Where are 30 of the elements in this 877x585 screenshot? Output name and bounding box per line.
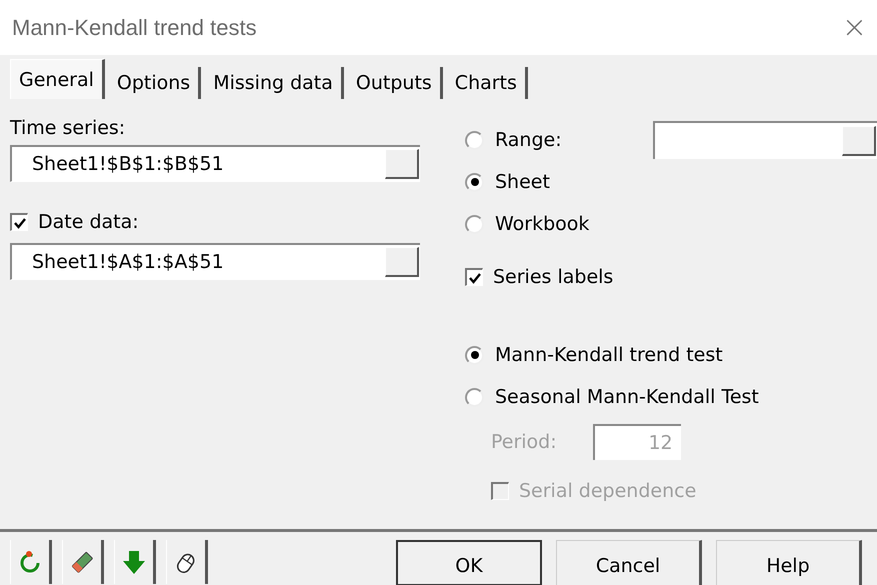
input-field[interactable]: Sheet1!$A$1:$A$51 (10, 243, 420, 280)
radio-label: Sheet (495, 171, 550, 193)
select-range-button[interactable] (842, 126, 876, 156)
radio-button[interactable] (465, 172, 484, 192)
radio-button[interactable] (465, 214, 484, 234)
select-range-button[interactable] (385, 149, 419, 179)
dialog-button[interactable]: Help (716, 540, 862, 585)
select-range-button[interactable] (385, 247, 419, 277)
field-label: Date data: (38, 211, 139, 233)
radio-label: Seasonal Mann-Kendall Test (495, 386, 759, 408)
close-button[interactable]: × (842, 12, 867, 42)
dialog-button[interactable]: OK (396, 540, 542, 585)
input-field[interactable] (653, 121, 877, 159)
field-label: Time series: (10, 117, 126, 141)
radio-label: Mann-Kendall trend test (495, 344, 723, 366)
radio-label: Range: (495, 129, 562, 151)
radio-button[interactable] (465, 346, 484, 364)
checkbox[interactable] (465, 268, 483, 286)
checkbox-label: Series labels (493, 266, 614, 288)
field-label: Period: (491, 431, 557, 453)
window-title: Mann-Kendall trend tests (12, 14, 257, 40)
down-arrow-icon (121, 549, 147, 575)
radio-button[interactable] (465, 388, 484, 406)
input-field[interactable]: Sheet1!$B$1:$B$51 (10, 145, 420, 182)
tab[interactable]: General (10, 59, 105, 99)
checkbox[interactable] (10, 213, 28, 231)
radio-button[interactable] (465, 130, 484, 150)
checkbox-label: Serial dependence (519, 480, 696, 502)
dialog-button[interactable]: Cancel (556, 540, 702, 585)
radio-label: Workbook (495, 213, 590, 235)
